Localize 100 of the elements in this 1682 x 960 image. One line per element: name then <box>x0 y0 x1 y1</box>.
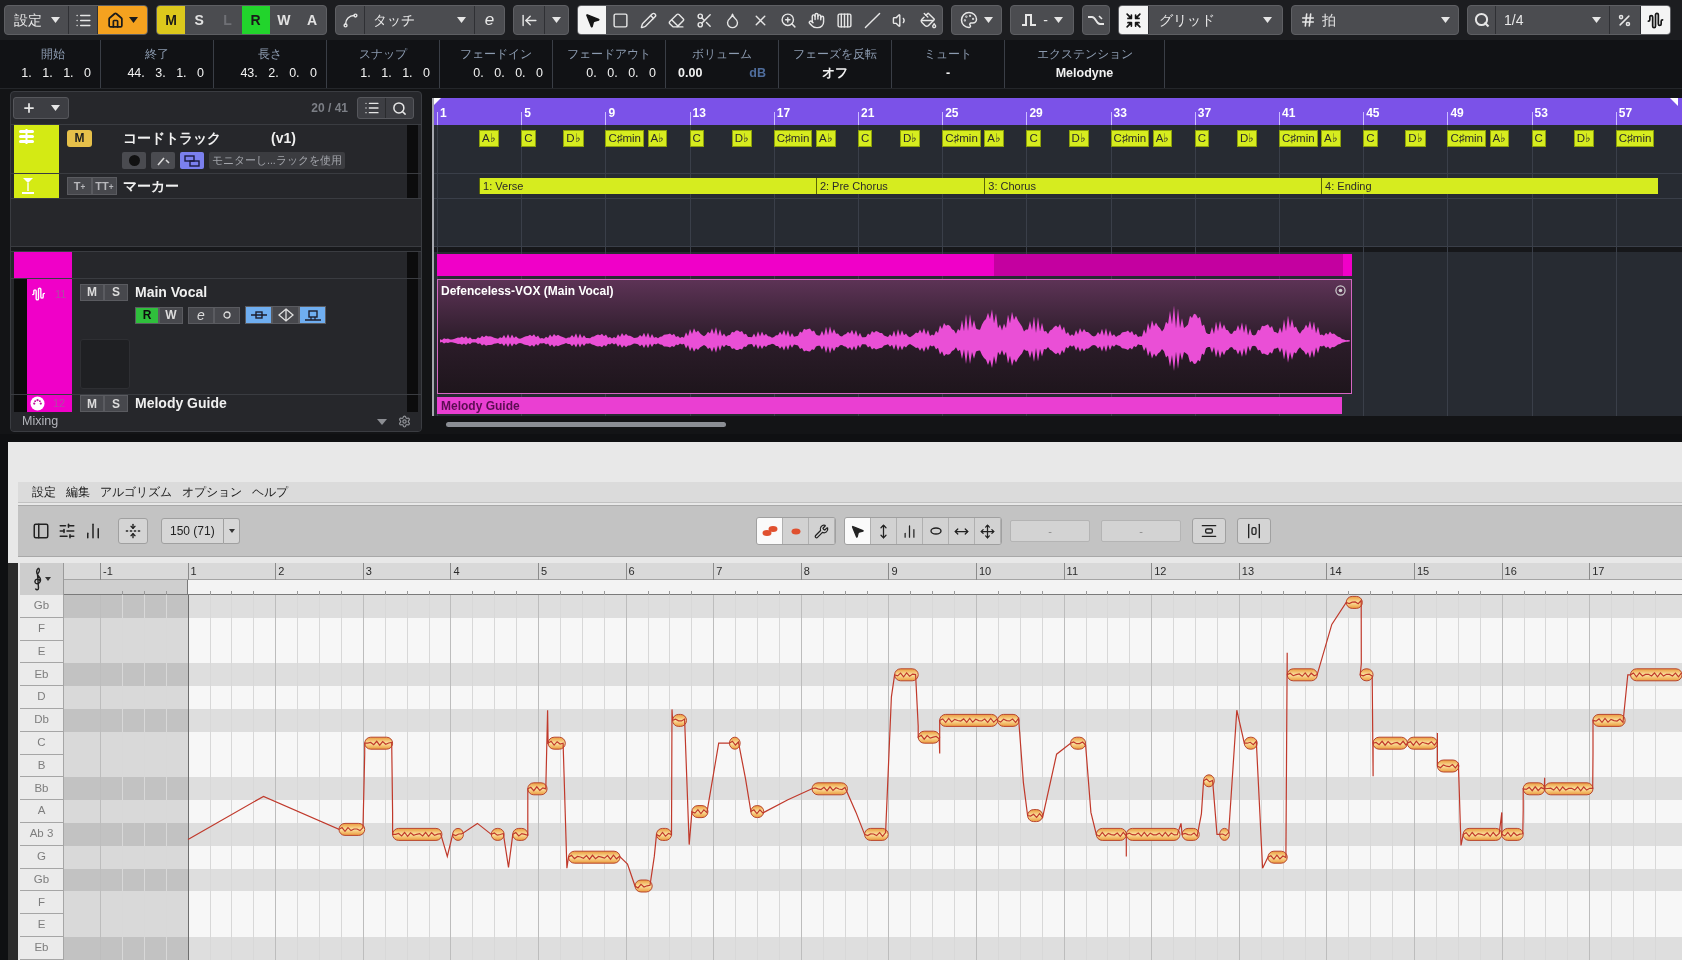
mute-button[interactable]: M <box>80 283 104 301</box>
chord-event[interactable]: A♭ <box>479 130 499 147</box>
field-value[interactable]: 0. 0. 0. 0 <box>473 66 552 81</box>
chord-event[interactable]: D♭ <box>1236 130 1258 147</box>
chord-event[interactable]: A♭ <box>1489 130 1510 147</box>
marker-event[interactable]: 2: Pre Chorus <box>815 178 985 194</box>
chord-event[interactable]: C♯min <box>1615 130 1655 147</box>
field-value[interactable]: 1. 1. 1. 0 <box>360 66 439 81</box>
mode-toggle-button[interactable]: R <box>241 6 270 34</box>
marker-event[interactable]: 3: Chorus <box>984 178 1322 194</box>
settings-menu-button[interactable]: 設定 <box>5 6 69 34</box>
tool-button[interactable] <box>578 6 606 34</box>
chord-event[interactable]: D♭ <box>1068 130 1089 147</box>
chord-event[interactable]: C <box>1194 130 1210 147</box>
chord-event[interactable]: D♭ <box>731 130 752 147</box>
tool-button[interactable] <box>871 518 897 544</box>
mode-toggle-button[interactable]: W <box>269 6 298 34</box>
solo-button[interactable]: S <box>104 283 128 301</box>
menu-item[interactable]: ヘルプ <box>252 484 288 500</box>
tool-button[interactable] <box>845 518 871 544</box>
add-track-button[interactable] <box>13 97 69 119</box>
grid-type-dropdown[interactable]: 拍 <box>1291 5 1459 35</box>
track-option-button[interactable] <box>180 152 204 169</box>
toolbar-button[interactable] <box>1237 518 1271 544</box>
audio-event[interactable]: Defenceless-VOX (Main Vocal) <box>437 279 1352 394</box>
chord-event[interactable]: A♭ <box>815 130 836 147</box>
field-value[interactable]: - <box>945 66 951 81</box>
field-value[interactable]: 1. 1. 1. 0 <box>21 66 100 81</box>
field-value[interactable]: オフ <box>822 66 848 81</box>
mode-toggle-button[interactable]: S <box>185 6 214 34</box>
field-value[interactable]: 0.00 <box>678 66 703 81</box>
solo-button[interactable]: S <box>104 395 128 412</box>
snap-type-dropdown[interactable]: グリッド <box>1149 6 1282 34</box>
toolbar-button[interactable] <box>118 518 148 544</box>
mute-button[interactable]: M <box>67 129 92 147</box>
midi-event[interactable]: Melody Guide <box>437 397 1342 414</box>
read-button[interactable]: R <box>135 306 159 324</box>
track-option-button[interactable] <box>151 152 175 169</box>
edit-button[interactable]: e <box>188 306 214 324</box>
chord-event[interactable]: A♭ <box>1321 130 1341 147</box>
chord-event[interactable]: A♭ <box>1152 130 1173 147</box>
chord-event[interactable]: A♭ <box>647 130 668 147</box>
note-mode-button[interactable] <box>809 518 835 544</box>
tool-button[interactable] <box>923 518 949 544</box>
menu-item[interactable]: 編集 <box>66 484 90 500</box>
field-value[interactable]: 0. 0. 0. 0 <box>586 66 665 81</box>
mode-toggle-button[interactable]: A <box>297 6 326 34</box>
field-value[interactable]: Melodyne <box>1055 66 1114 81</box>
locator-icon[interactable] <box>434 98 441 105</box>
chord-event[interactable]: D♭ <box>900 130 921 147</box>
add-marker-button[interactable]: TT$_{+}$ <box>92 177 117 195</box>
clef-selector[interactable] <box>20 563 64 595</box>
chord-event[interactable]: C <box>858 130 873 147</box>
chord-event[interactable]: C♯min <box>605 130 644 147</box>
chord-event[interactable]: C♯min <box>1110 130 1150 147</box>
menu-item[interactable]: オプション <box>182 484 242 500</box>
number-field[interactable]: 150 (71) <box>161 518 224 544</box>
chord-event[interactable]: D♭ <box>563 130 584 147</box>
chord-event[interactable]: C <box>1026 130 1041 147</box>
toolbar-dropdown-button[interactable] <box>98 6 147 34</box>
chord-event[interactable]: C <box>521 130 536 147</box>
menu-item[interactable]: 設定 <box>32 484 56 500</box>
automation-mode-dropdown[interactable]: タッチ <box>365 6 475 34</box>
chord-event[interactable]: D♭ <box>1573 130 1594 147</box>
marker-event[interactable]: 1: Verse <box>479 178 816 194</box>
field-value[interactable]: 44. 3. 1. 0 <box>127 66 213 81</box>
chord-event[interactable]: C♯min <box>942 130 981 147</box>
snap-toggle-button[interactable] <box>1119 6 1149 34</box>
timeline-ruler[interactable]: 1 5 9 13 17 21 25 29 33 37 41 45 49 53 57 <box>432 98 1682 125</box>
chord-event[interactable]: C <box>689 130 704 147</box>
marker-event[interactable]: 4: Ending <box>1321 178 1658 194</box>
settings-button[interactable] <box>398 415 411 428</box>
menu-item[interactable]: アルゴリズム <box>100 484 172 500</box>
chord-event[interactable]: C♯min <box>1447 130 1486 147</box>
toolbar-dropdown-button[interactable] <box>951 5 1002 35</box>
chord-event[interactable]: D♭ <box>1405 130 1426 147</box>
toolbar-button[interactable] <box>1082 5 1110 35</box>
field-value[interactable]: 43. 2. 0. 0 <box>240 66 326 81</box>
chord-event[interactable]: C <box>1363 130 1378 147</box>
quantize-toggle-button[interactable] <box>1640 6 1670 34</box>
mode-toggle-button[interactable]: M <box>157 6 186 34</box>
tool-button[interactable] <box>949 518 975 544</box>
chord-event[interactable]: C <box>1531 130 1546 147</box>
toolbar-button[interactable] <box>1192 518 1226 544</box>
chord-event[interactable]: C♯min <box>773 130 813 147</box>
track-option-button[interactable] <box>122 152 146 169</box>
quantize-dropdown[interactable]: 1/4 <box>1496 6 1610 34</box>
chord-event[interactable]: C♯min <box>1279 130 1318 147</box>
toolbar-button[interactable] <box>214 306 240 324</box>
monitor-mode-button[interactable]: モニターし...ラックを使用 <box>209 152 345 169</box>
add-marker-button[interactable]: T$_{+}$ <box>67 177 92 195</box>
step-dropdown-button[interactable]: - <box>1010 5 1074 35</box>
mute-button[interactable]: M <box>80 395 104 412</box>
dropdown-button[interactable] <box>224 518 240 544</box>
tool-button[interactable] <box>975 518 1001 544</box>
scrollbar-thumb[interactable] <box>446 422 726 427</box>
edit-button[interactable]: e <box>475 6 504 34</box>
write-button[interactable]: W <box>159 306 183 324</box>
chord-event[interactable]: A♭ <box>984 130 1004 147</box>
locator-icon[interactable] <box>1670 98 1678 106</box>
